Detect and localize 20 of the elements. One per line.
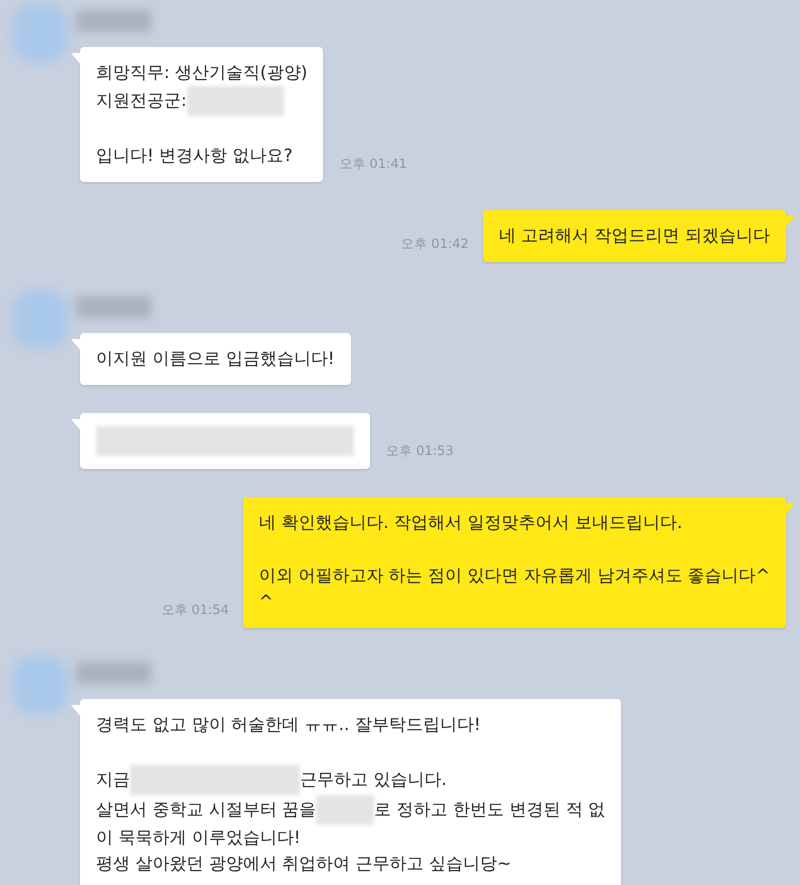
message-text: 지원전공군: (96, 90, 187, 113)
message-time: 오후 01:54 (161, 602, 229, 620)
message-text: ^ (258, 591, 274, 614)
message-text: 경력도 없고 많이 허술한데 ㅠㅠ.. 잘부탁드립니다! (96, 714, 481, 737)
message-text: 이지원 이름으로 입금했습니다! (96, 348, 335, 371)
message-text: 이 묵묵하게 이루었습니다! (96, 827, 301, 850)
message-text: 입니다! 변경사항 없나요? (96, 145, 293, 168)
message-text: 이외 어필하고자 하는 점이 있다면 자유롭게 남겨주셔도 좋습니다^ (258, 565, 770, 588)
message-time: 오후 01:42 (401, 236, 469, 254)
message-text: 희망직무: 생산기술직(광양) (96, 62, 308, 85)
message-text: 네 확인했습니다. 작업해서 일정맞추어서 보내드립니다. (258, 512, 682, 535)
message-text: 살면서 중학교 시절부터 꿈을 (96, 799, 316, 822)
message-text: 로 정하고 한번도 변경된 적 없 (374, 799, 606, 822)
message-time: 오후 01:53 (386, 442, 454, 460)
message-text: 평생 살아왔던 광양에서 취업하여 근무하고 싶습니당~ (96, 853, 512, 876)
redacted-text (316, 795, 374, 825)
message-time: 오후 01:41 (339, 156, 408, 174)
message-text: 근무하고 있습니다. (300, 769, 447, 792)
message-text: 지금 (96, 769, 130, 792)
message-text: 네 고려해서 작업드리면 되겠습니다 (498, 225, 770, 248)
